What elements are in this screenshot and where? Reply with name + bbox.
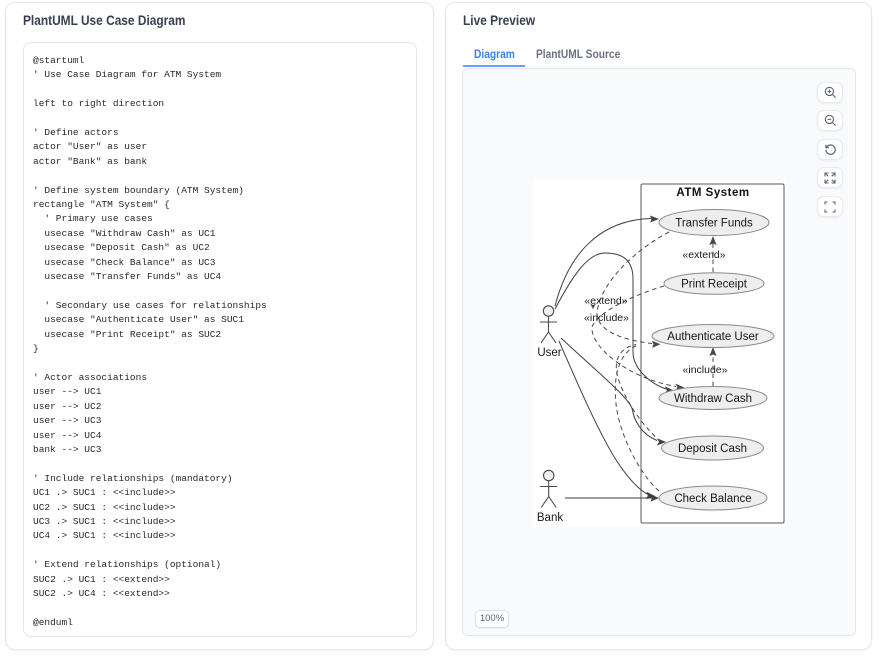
- svg-text:Transfer Funds: Transfer Funds: [675, 218, 753, 230]
- svg-text:User: User: [537, 347, 561, 359]
- svg-text:Withdraw Cash: Withdraw Cash: [674, 393, 752, 405]
- svg-text:Check Balance: Check Balance: [674, 493, 751, 505]
- svg-text:Bank: Bank: [537, 512, 563, 524]
- svg-text:Authenticate User: Authenticate User: [667, 331, 759, 343]
- svg-text:Deposit Cash: Deposit Cash: [678, 443, 747, 455]
- svg-text:«extend»: «extend»: [682, 249, 725, 261]
- svg-text:«include»: «include»: [584, 312, 629, 324]
- svg-text:Print Receipt: Print Receipt: [681, 279, 748, 291]
- svg-text:«extend»: «extend»: [584, 295, 627, 307]
- svg-text:ATM System: ATM System: [676, 187, 749, 199]
- svg-text:«include»: «include»: [683, 364, 728, 376]
